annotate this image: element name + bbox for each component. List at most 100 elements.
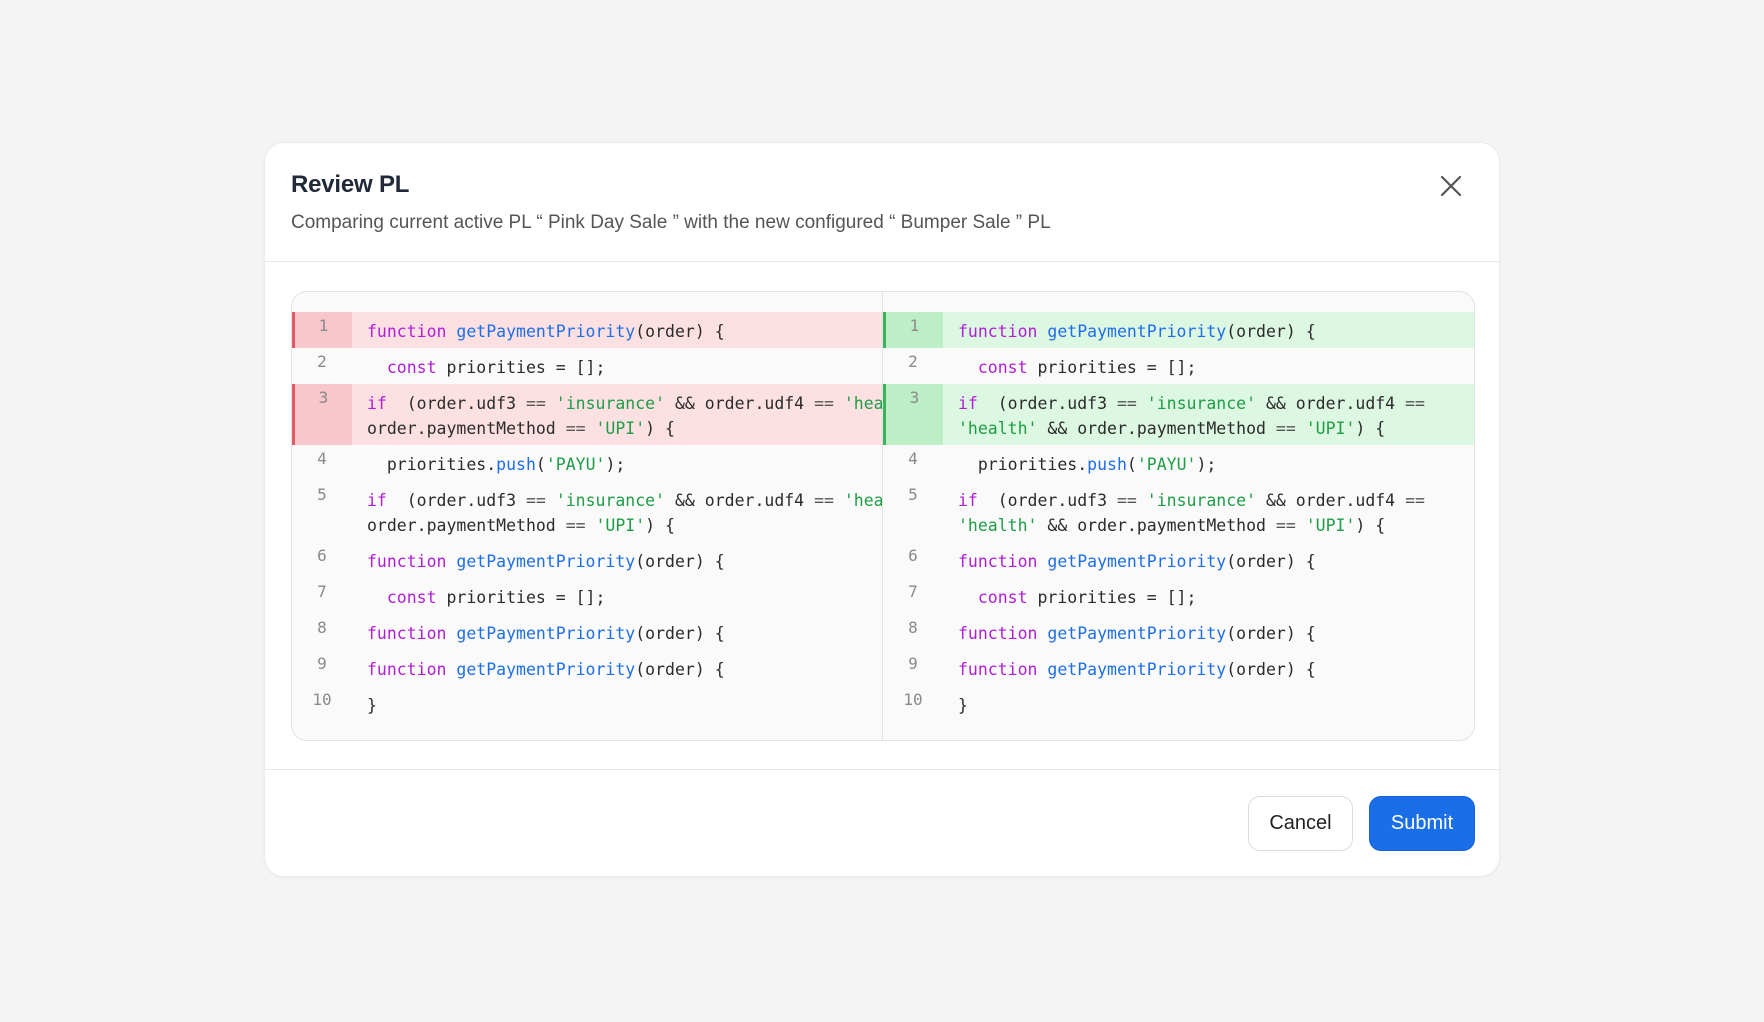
code-text: function getPaymentPriority(order) { [352, 614, 882, 650]
cancel-button[interactable]: Cancel [1248, 796, 1353, 851]
code-token: 'insurance' [555, 491, 666, 510]
diff-line-normal: 6 function getPaymentPriority(order) { [883, 542, 1474, 578]
code-token: == [565, 419, 586, 438]
line-number: 6 [317, 546, 327, 565]
code-token: function [367, 660, 457, 679]
code-token: 'UPI' [1305, 419, 1356, 438]
code-token: priorities = []; [1037, 358, 1197, 377]
code-token: getPaymentPriority [456, 660, 636, 679]
code-token: getPaymentPriority [456, 322, 636, 341]
code-token: getPaymentPriority [1047, 624, 1227, 643]
code-token: const [386, 588, 447, 607]
modal-header: Review PL Comparing current active PL “ … [265, 143, 1499, 262]
line-number: 3 [883, 384, 943, 445]
code-token: == [1405, 394, 1425, 413]
code-text: if (order.udf3 == 'insurance' && order.u… [943, 384, 1474, 445]
line-number: 4 [908, 449, 918, 468]
code-token: && order.udf4 [665, 491, 815, 510]
line-number: 2 [317, 352, 327, 371]
code-token: && order.paymentMethod [1037, 419, 1276, 438]
code-text: if (order.udf3 == 'insurance' && order.u… [943, 481, 1474, 542]
code-token: ) { [645, 516, 675, 535]
code-token: priorities = []; [1037, 588, 1197, 607]
code-token: 'insurance' [1146, 394, 1257, 413]
code-token: } [367, 696, 377, 715]
code-token: 'insurance' [555, 394, 666, 413]
close-icon [1440, 175, 1462, 197]
code-token: 'PAYU' [1136, 455, 1197, 474]
diff-line-normal: 10} [292, 686, 882, 722]
code-token: function [958, 660, 1048, 679]
diff-line-normal: 8 function getPaymentPriority(order) { [292, 614, 882, 650]
line-number: 7 [908, 582, 918, 601]
code-token: 'health' [843, 491, 882, 510]
code-token: (order) { [1226, 552, 1316, 571]
code-token: order.paymentMethod [367, 419, 566, 438]
code-text: function getPaymentPriority(order) { [943, 614, 1474, 650]
code-token: ( [1126, 455, 1137, 474]
code-token: ) { [645, 419, 675, 438]
modal-body: 1 function getPaymentPriority(order) {2 c… [265, 262, 1499, 770]
code-token: == [814, 491, 834, 510]
code-token: getPaymentPriority [1047, 552, 1227, 571]
line-number: 9 [317, 654, 327, 673]
line-number: 4 [317, 449, 327, 468]
code-text: const priorities = []; [943, 348, 1474, 384]
diff-line-normal: 5 if (order.udf3 == 'insurance' && order.… [883, 481, 1474, 542]
code-token: getPaymentPriority [1047, 322, 1227, 341]
line-number: 5 [317, 485, 327, 504]
code-token: == [1116, 394, 1137, 413]
code-token: 'health' [958, 516, 1038, 535]
diff-viewer: 1 function getPaymentPriority(order) {2 c… [291, 291, 1475, 741]
code-text: if (order.udf3 == 'insurance' && order.u… [352, 384, 882, 445]
code-text: function getPaymentPriority(order) { [352, 542, 882, 578]
code-token: (order) { [635, 552, 725, 571]
code-text: } [352, 686, 882, 722]
code-token: ) { [1355, 419, 1386, 438]
code-token: if [958, 491, 988, 510]
diff-pane-new[interactable]: 1 function getPaymentPriority(order) {2 c… [883, 292, 1474, 740]
code-token: getPaymentPriority [1047, 660, 1227, 679]
close-button[interactable] [1437, 172, 1465, 200]
code-token: getPaymentPriority [456, 624, 636, 643]
code-token: function [958, 322, 1048, 341]
code-token: == [565, 516, 586, 535]
code-text: const priorities = []; [943, 578, 1474, 614]
code-token: 'UPI' [595, 419, 646, 438]
code-token: push [496, 455, 536, 474]
diff-line-normal: 2 const priorities = []; [292, 348, 882, 384]
diff-line-normal: 2 const priorities = []; [883, 348, 1474, 384]
line-number: 8 [317, 618, 327, 637]
code-token: } [958, 696, 968, 715]
code-text: function getPaymentPriority(order) { [943, 542, 1474, 578]
code-text: if (order.udf3 == 'insurance' && order.u… [352, 481, 882, 542]
code-token: order.paymentMethod [367, 516, 566, 535]
line-number: 5 [908, 485, 918, 504]
code-token: (order.udf3 [396, 491, 526, 510]
diff-line-normal: 9 function getPaymentPriority(order) { [883, 650, 1474, 686]
code-token: && order.udf4 [1256, 491, 1406, 510]
line-number: 3 [292, 384, 352, 445]
code-token: 'UPI' [1305, 516, 1356, 535]
code-token: function [367, 552, 457, 571]
line-number: 7 [317, 582, 327, 601]
code-token: priorities. [367, 455, 497, 474]
diff-pane-current[interactable]: 1 function getPaymentPriority(order) {2 c… [292, 292, 883, 740]
code-token: function [958, 552, 1048, 571]
code-token: ); [605, 455, 626, 474]
diff-line-removed: 1 function getPaymentPriority(order) { [292, 312, 882, 348]
diff-line-normal: 8 function getPaymentPriority(order) { [883, 614, 1474, 650]
code-token: == [1275, 419, 1296, 438]
submit-button[interactable]: Submit [1369, 796, 1475, 851]
line-number: 10 [903, 690, 923, 709]
code-token: && order.udf4 [665, 394, 815, 413]
